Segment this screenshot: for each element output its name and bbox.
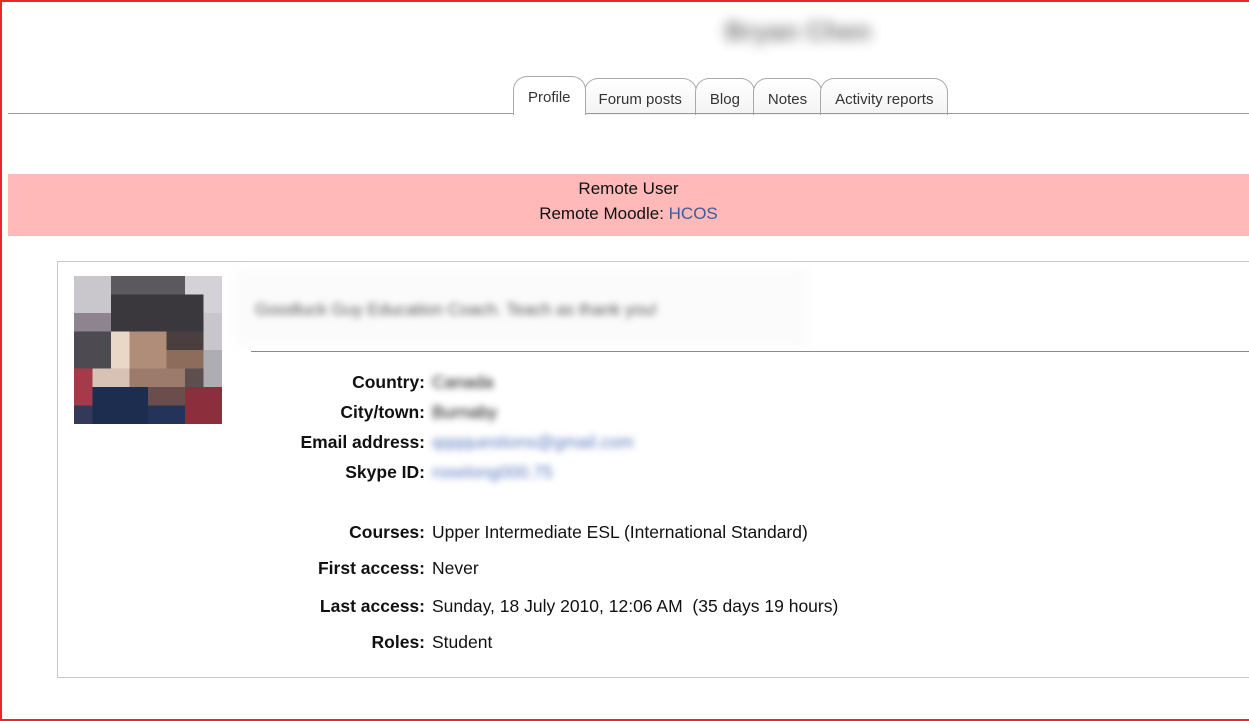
email-link[interactable]: qqqquestions@gmail.com xyxy=(432,430,634,454)
profile-tabs: Profile Forum posts Blog Notes Activity … xyxy=(513,76,949,115)
field-label: Skype ID: xyxy=(345,462,425,482)
field-label: City/town: xyxy=(340,402,425,422)
description-divider xyxy=(251,351,1249,352)
field-email: Email address: qqqquestions@gmail.com xyxy=(0,430,1100,454)
first-access-value: Never xyxy=(432,558,479,578)
tab-activity-reports[interactable]: Activity reports xyxy=(820,78,949,115)
courses-value: Upper Intermediate ESL (International St… xyxy=(432,522,808,542)
field-first-access: First access: Never xyxy=(0,556,1100,580)
field-courses: Courses: Upper Intermediate ESL (Interna… xyxy=(0,520,1100,544)
field-label: Last access: xyxy=(319,596,425,616)
field-label: Courses: xyxy=(349,522,425,542)
city-value: Burnaby xyxy=(432,402,498,422)
field-label: Roles: xyxy=(371,632,425,652)
profile-description: Goodluck Guy Education Coach. Teach as t… xyxy=(255,300,658,319)
field-label: First access: xyxy=(317,558,425,578)
last-access-value: Sunday, 18 July 2010, 12:06 AM (35 days … xyxy=(432,596,839,616)
field-city: City/town: Burnaby xyxy=(0,400,1100,424)
tab-divider xyxy=(8,113,1249,114)
field-country: Country: Canada xyxy=(0,370,1100,394)
tab-profile[interactable]: Profile xyxy=(513,76,586,115)
country-value: Canada xyxy=(432,372,494,392)
field-label: Country: xyxy=(352,372,425,392)
remote-user-title: Remote User xyxy=(578,179,679,198)
field-label: Email address: xyxy=(300,432,426,452)
skype-link[interactable]: roselong000.75 xyxy=(432,460,553,484)
remote-user-banner: Remote User Remote Moodle: HCOS xyxy=(8,174,1249,236)
remote-moodle-line: Remote Moodle: HCOS xyxy=(8,204,1249,224)
tab-forum-posts[interactable]: Forum posts xyxy=(583,78,697,115)
remote-moodle-label: Remote Moodle: xyxy=(539,204,669,223)
field-skype: Skype ID: roselong000.75 xyxy=(0,460,1100,484)
field-roles: Roles: Student xyxy=(0,630,1100,654)
field-last-access: Last access: Sunday, 18 July 2010, 12:06… xyxy=(0,594,1100,618)
remote-moodle-link[interactable]: HCOS xyxy=(669,204,718,223)
tab-blog[interactable]: Blog xyxy=(694,78,755,115)
role-link[interactable]: Student xyxy=(432,630,492,654)
tab-notes[interactable]: Notes xyxy=(752,78,823,115)
page-user-name: Bryan Chen xyxy=(725,16,871,46)
